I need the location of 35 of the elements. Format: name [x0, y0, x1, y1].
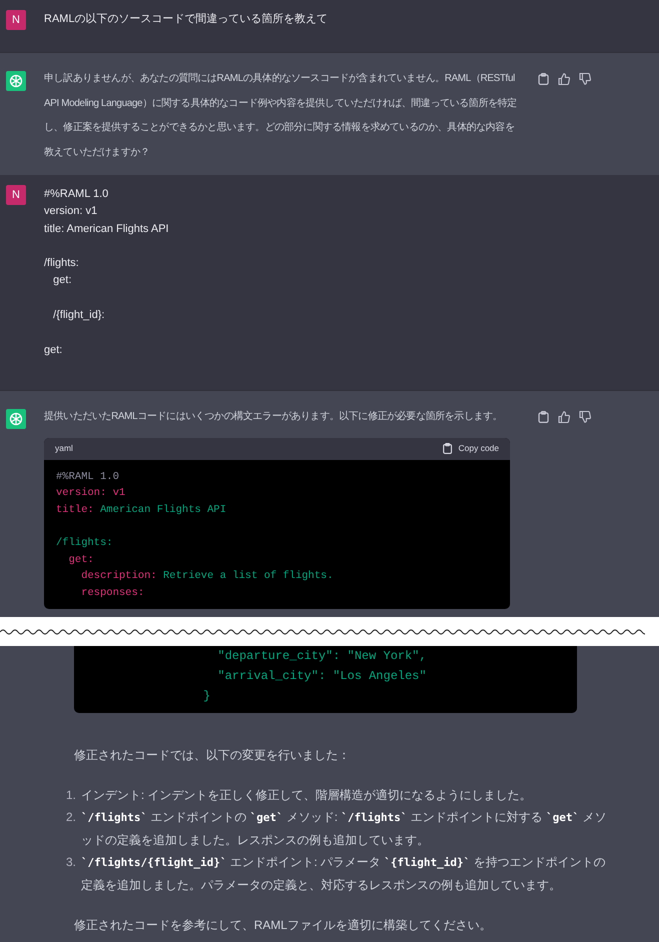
thumbs-up-icon[interactable]	[558, 73, 570, 85]
code-line: "departure_city": "New York",	[216, 648, 428, 665]
code-line: description: Retrieve a list of flights.	[80, 569, 334, 584]
code-line: version: v1	[56, 486, 126, 501]
message-text: 提供いただいたRAMLコードにはいくつかの構文エラーがあります。以下に修正が必要な箇所を示します。	[44, 410, 504, 424]
copy-icon[interactable]	[538, 411, 549, 423]
copy-icon[interactable]	[538, 73, 549, 85]
paragraph-text: 修正されたコードを参考にして、RAMLファイルを適切に構築してください。	[74, 917, 492, 934]
assistant-avatar-icon	[6, 71, 26, 91]
paragraph-text: 修正されたコードでは、以下の変更を行いました：	[74, 747, 351, 764]
thumbs-down-icon[interactable]	[579, 73, 591, 85]
message-text: 申し訳ありませんが、あなたの質問にはRAMLの具体的なソースコードが含まれていません。RAML（RESTful API Modeling Language）に関する具体的なコード例や内容を提供していただければ、間違っている箇所を特定し、修正案を提供することができるかと思います。どの部分に関する情報を求めているのか、具体的な内容を教えていただけますか？	[44, 72, 518, 160]
message-text: RAMLの以下のソースコードで間違っている箇所を教えて	[44, 12, 328, 27]
code-line: /flights:	[56, 536, 114, 551]
list-item-text: `/flights` エンドポイントの `get` メソッド: `/flights` エンドポイントに対する `get` メソッドの定義を追加しました。レスポンスの例も追加しています。	[81, 809, 608, 849]
list-number: 3.	[64, 854, 77, 871]
list-number: 1.	[64, 787, 77, 804]
code-line: get:	[68, 552, 95, 568]
list-number: 2.	[64, 809, 77, 826]
assistant-avatar-icon	[6, 409, 26, 429]
thumbs-down-icon[interactable]	[579, 411, 591, 423]
list-item-text: インデント: インデントを正しく修正して、階層構造が適切になるようにしました。	[81, 787, 533, 804]
user-avatar: N	[6, 185, 26, 205]
message-text: #%RAML 1.0 version: v1 title: American Flights API /flights: get: /{flight_id}: get:	[44, 187, 169, 358]
code-language: yaml	[55, 442, 73, 455]
code-line: responses:	[80, 586, 146, 600]
code-line: "arrival_city": "Los Angeles"	[216, 668, 428, 685]
list-item-text: `/flights/{flight_id}` エンドポイント: パラメータ `{flight_id}` を持つエンドポイントの定義を追加しました。パラメータの定義と、対応するレスポンスの例も追加しています。	[81, 854, 606, 894]
code-line: title: American Flights API	[56, 502, 228, 518]
user-avatar: N	[6, 10, 26, 30]
code-line: }	[202, 688, 212, 705]
code-line: #%RAML 1.0	[56, 470, 120, 484]
copy-icon	[443, 443, 452, 454]
copy-code-button[interactable]: Copy code	[443, 442, 499, 455]
thumbs-up-icon[interactable]	[558, 411, 570, 423]
